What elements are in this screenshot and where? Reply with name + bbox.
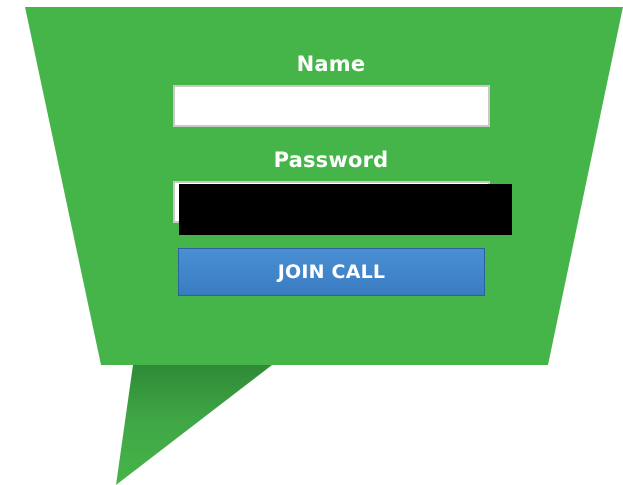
password-redaction-block: [179, 184, 512, 235]
join-call-panel: Name Password JOIN CALL: [0, 0, 623, 485]
name-input[interactable]: [173, 85, 490, 127]
join-call-button[interactable]: JOIN CALL: [178, 248, 485, 296]
name-label: Name: [296, 52, 366, 76]
password-label: Password: [273, 148, 389, 172]
speech-bubble-tail: [116, 365, 272, 485]
